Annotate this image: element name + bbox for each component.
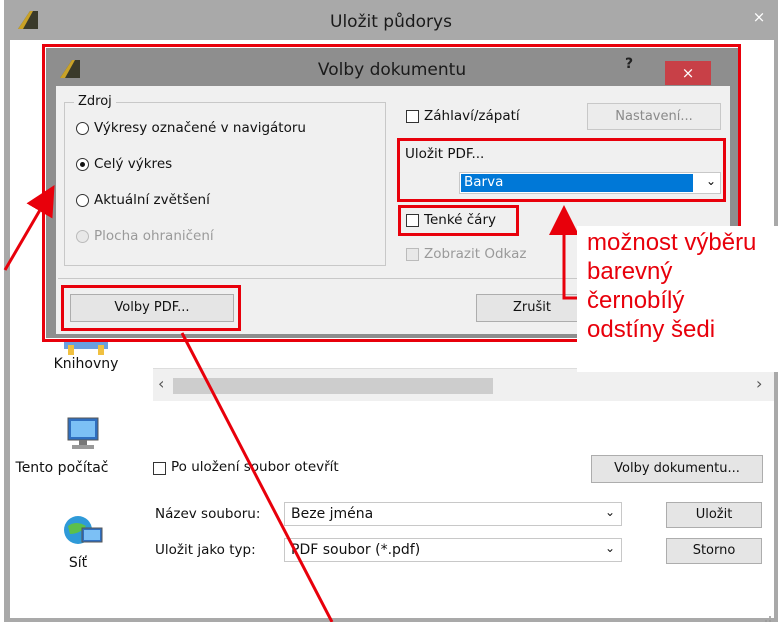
annotation-line-1: možnost výběru [587, 229, 757, 256]
arrow-to-pdf-options [180, 332, 334, 622]
resize-grip-icon[interactable] [762, 608, 772, 622]
annotation-line-2: barevný [587, 258, 673, 285]
annotation-line-3: černobílý [587, 287, 685, 314]
arrow-to-dialog [3, 185, 55, 271]
annotation-line-4: odstíny šedi [587, 316, 716, 343]
annotation-note: možnost výběru barevný černobílý odstíny… [577, 226, 778, 372]
